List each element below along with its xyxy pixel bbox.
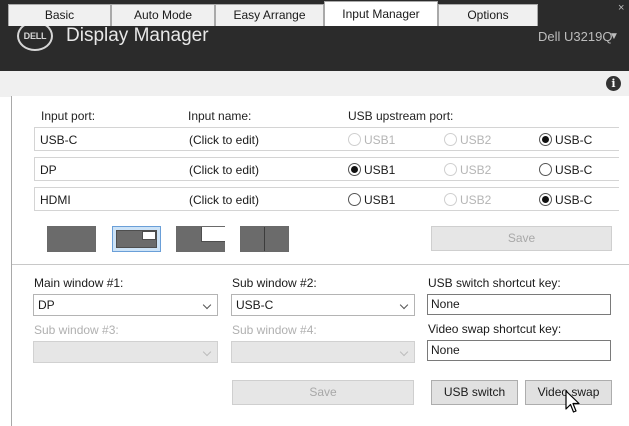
sub-window-2-value: USB-C <box>236 298 274 312</box>
usb2-radio <box>444 193 457 206</box>
usb2-label: USB2 <box>460 133 492 147</box>
main-window-1-select[interactable]: DP <box>33 294 218 316</box>
usb-c-label: USB-C <box>555 163 593 177</box>
video-shortcut-label: Video swap shortcut key: <box>428 322 562 336</box>
table-row: HDMI (Click to edit) USB1 USB2 USB-C <box>34 187 619 211</box>
sub-window-4-label: Sub window #4: <box>232 323 317 337</box>
header-usb-upstream: USB upstream port: <box>348 109 454 123</box>
tab-bar <box>0 71 629 97</box>
usb-c-radio[interactable] <box>539 163 552 176</box>
tab-basic[interactable]: Basic <box>8 4 111 26</box>
pbp-small-layout-icon[interactable] <box>176 226 225 252</box>
usb-c-label: USB-C <box>555 133 593 147</box>
input-name-field[interactable]: (Click to edit) <box>189 163 259 177</box>
chevron-down-icon <box>202 347 212 357</box>
sub-window-4-select <box>231 341 415 363</box>
usb-shortcut-field[interactable]: None <box>427 294 611 315</box>
input-port-cell: USB-C <box>40 133 78 147</box>
usb1-radio[interactable] <box>348 163 361 176</box>
section-divider <box>12 264 629 265</box>
usb2-radio <box>444 133 457 146</box>
usb1-radio[interactable] <box>348 193 361 206</box>
app-title: Display Manager <box>66 25 209 46</box>
header-input-name: Input name: <box>188 109 252 123</box>
chevron-down-icon <box>399 347 409 357</box>
usb-c-radio[interactable] <box>539 193 552 206</box>
usb2-label: USB2 <box>460 163 492 177</box>
monitor-selector[interactable]: Dell U3219Q <box>538 29 612 44</box>
table-row: DP (Click to edit) USB1 USB2 USB-C <box>34 157 619 181</box>
usb-switch-button[interactable]: USB switch <box>431 380 518 405</box>
table-row: USB-C (Click to edit) USB1 USB2 USB-C <box>34 127 619 151</box>
mouse-cursor-icon <box>565 390 580 413</box>
save-input-button[interactable]: Save <box>431 226 612 251</box>
close-icon[interactable]: × <box>618 2 624 14</box>
usb2-radio <box>444 163 457 176</box>
tab-options[interactable]: Options <box>438 4 538 26</box>
usb1-label: USB1 <box>364 133 396 147</box>
main-window-1-label: Main window #1: <box>34 276 124 290</box>
info-icon[interactable]: i <box>606 76 621 91</box>
usb1-radio <box>348 133 361 146</box>
usb1-label: USB1 <box>364 163 396 177</box>
chevron-down-icon <box>202 300 212 310</box>
sub-window-3-label: Sub window #3: <box>34 323 119 337</box>
single-window-layout-icon[interactable] <box>47 226 96 252</box>
sub-window-3-select <box>33 341 218 363</box>
save-window-button[interactable]: Save <box>232 380 414 405</box>
usb-shortcut-label: USB switch shortcut key: <box>428 276 561 290</box>
tab-auto-mode[interactable]: Auto Mode <box>111 4 215 26</box>
sub-window-2-select[interactable]: USB-C <box>231 294 415 316</box>
side-by-side-layout-icon[interactable] <box>240 226 289 252</box>
video-shortcut-field[interactable]: None <box>427 340 611 361</box>
chevron-down-icon <box>399 300 409 310</box>
input-port-cell: DP <box>40 163 57 177</box>
usb2-label: USB2 <box>460 193 492 207</box>
chevron-down-icon[interactable]: ▼ <box>609 31 619 42</box>
sub-window-2-label: Sub window #2: <box>232 276 317 290</box>
usb-c-label: USB-C <box>555 193 593 207</box>
main-window-1-value: DP <box>38 298 55 312</box>
pip-layout-icon[interactable] <box>112 226 161 252</box>
usb1-label: USB1 <box>364 193 396 207</box>
usb-c-radio[interactable] <box>539 133 552 146</box>
input-name-field[interactable]: (Click to edit) <box>189 193 259 207</box>
tab-easy-arrange[interactable]: Easy Arrange <box>215 4 324 26</box>
input-port-cell: HDMI <box>40 193 71 207</box>
header-input-port: Input port: <box>41 109 96 123</box>
input-name-field[interactable]: (Click to edit) <box>189 133 259 147</box>
tab-input-manager[interactable]: Input Manager <box>324 1 438 26</box>
